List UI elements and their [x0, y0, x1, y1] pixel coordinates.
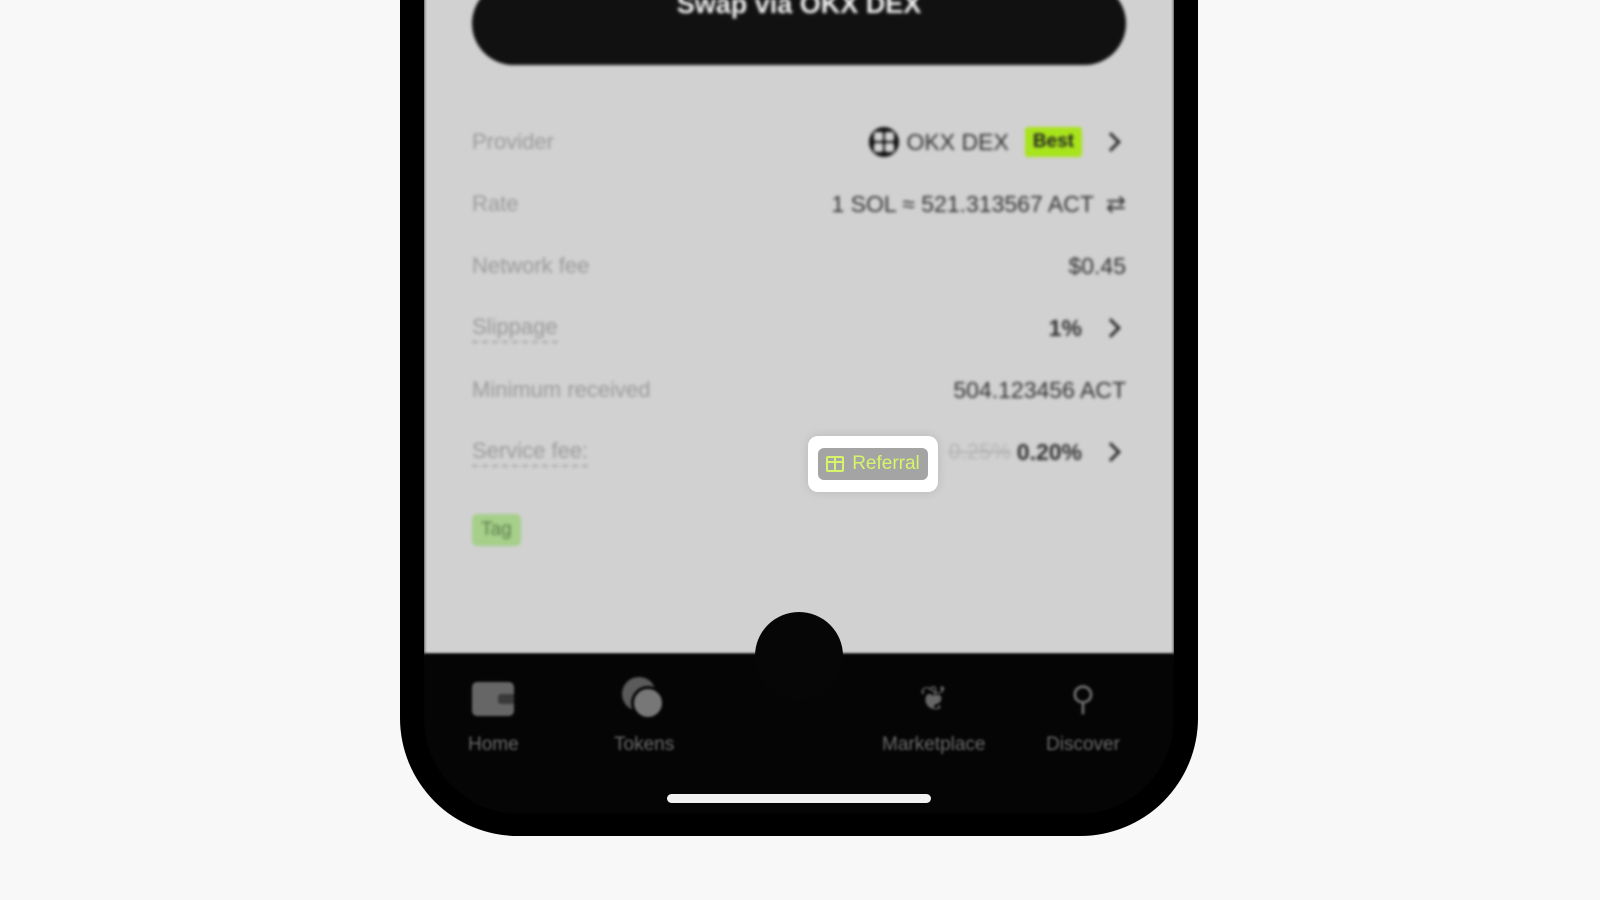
tab-tokens-label: Tokens: [614, 734, 675, 755]
rate-row: Rate 1 SOL ≈ 521.313567 ACT ⇄: [472, 184, 1126, 224]
service-fee-label: Service fee:: [472, 438, 589, 467]
slippage-label: Slippage: [472, 314, 558, 343]
minimum-received-label: Minimum received: [472, 377, 651, 402]
service-fee-row[interactable]: Service fee: 0.25% 0.20%: [472, 432, 1126, 472]
sprout-icon: ❦: [919, 680, 949, 718]
provider-value: OKX DEX Best: [868, 127, 1126, 157]
service-fee-old-value: 0.25%: [948, 439, 1011, 464]
gift-icon: [826, 456, 845, 472]
slippage-value-wrap: 1%: [1049, 315, 1126, 342]
swap-button[interactable]: Swap via OKX DEX: [472, 0, 1126, 65]
canvas: Swap via OKX DEX Provider OKX DEX Best R…: [0, 0, 1600, 900]
minimum-received-value: 504.123456 ACT: [953, 376, 1126, 403]
tab-discover-label: Discover: [1046, 734, 1120, 755]
tag-badge: Tag: [472, 514, 521, 546]
referral-highlight: Referral: [808, 436, 938, 492]
network-fee-value: $0.45: [1068, 252, 1126, 279]
phone-frame: Swap via OKX DEX Provider OKX DEX Best R…: [400, 0, 1198, 836]
phone-screen: Swap via OKX DEX Provider OKX DEX Best R…: [424, 0, 1174, 814]
service-fee-value-wrap: 0.25% 0.20%: [948, 439, 1126, 466]
service-fee-value: 0.20%: [1016, 438, 1082, 465]
slippage-row[interactable]: Slippage 1%: [472, 308, 1126, 348]
network-fee-label: Network fee: [472, 253, 590, 278]
chevron-right-icon: [1101, 132, 1121, 152]
swap-arrows-icon[interactable]: ⇄: [1106, 190, 1126, 219]
home-indicator[interactable]: [667, 794, 931, 803]
provider-name: OKX DEX: [906, 128, 1009, 155]
telescope-icon: ⚲: [1070, 680, 1096, 718]
tab-tokens[interactable]: Tokens: [614, 676, 674, 756]
tab-home-label: Home: [468, 734, 519, 755]
chevron-right-icon: [1101, 318, 1121, 338]
minimum-received-row: Minimum received 504.123456 ACT: [472, 370, 1126, 410]
rate-value-wrap: 1 SOL ≈ 521.313567 ACT ⇄: [832, 190, 1127, 219]
tab-marketplace-label: Marketplace: [882, 734, 986, 755]
wallet-icon: [472, 682, 515, 716]
provider-row[interactable]: Provider OKX DEX Best: [472, 122, 1126, 162]
referral-label: Referral: [852, 453, 920, 474]
tab-home[interactable]: Home: [468, 676, 519, 756]
network-fee-row: Network fee $0.45: [472, 246, 1126, 286]
okx-logo-icon: [868, 127, 899, 157]
provider-label: Provider: [472, 129, 554, 154]
rate-label: Rate: [472, 191, 519, 216]
tab-marketplace[interactable]: ❦ Marketplace: [882, 676, 986, 756]
slippage-value: 1%: [1048, 314, 1082, 341]
swap-button-label: Swap via OKX DEX: [676, 0, 922, 19]
tab-discover[interactable]: ⚲ Discover: [1046, 676, 1120, 756]
coins-icon: [622, 677, 666, 721]
best-badge: Best: [1024, 127, 1082, 157]
chevron-right-icon: [1101, 442, 1121, 462]
referral-badge[interactable]: Referral: [818, 448, 928, 480]
center-action-button[interactable]: [755, 612, 843, 700]
rate-value: 1 SOL ≈ 521.313567 ACT: [831, 190, 1094, 217]
swap-details-panel: Swap via OKX DEX Provider OKX DEX Best R…: [424, 0, 1174, 654]
